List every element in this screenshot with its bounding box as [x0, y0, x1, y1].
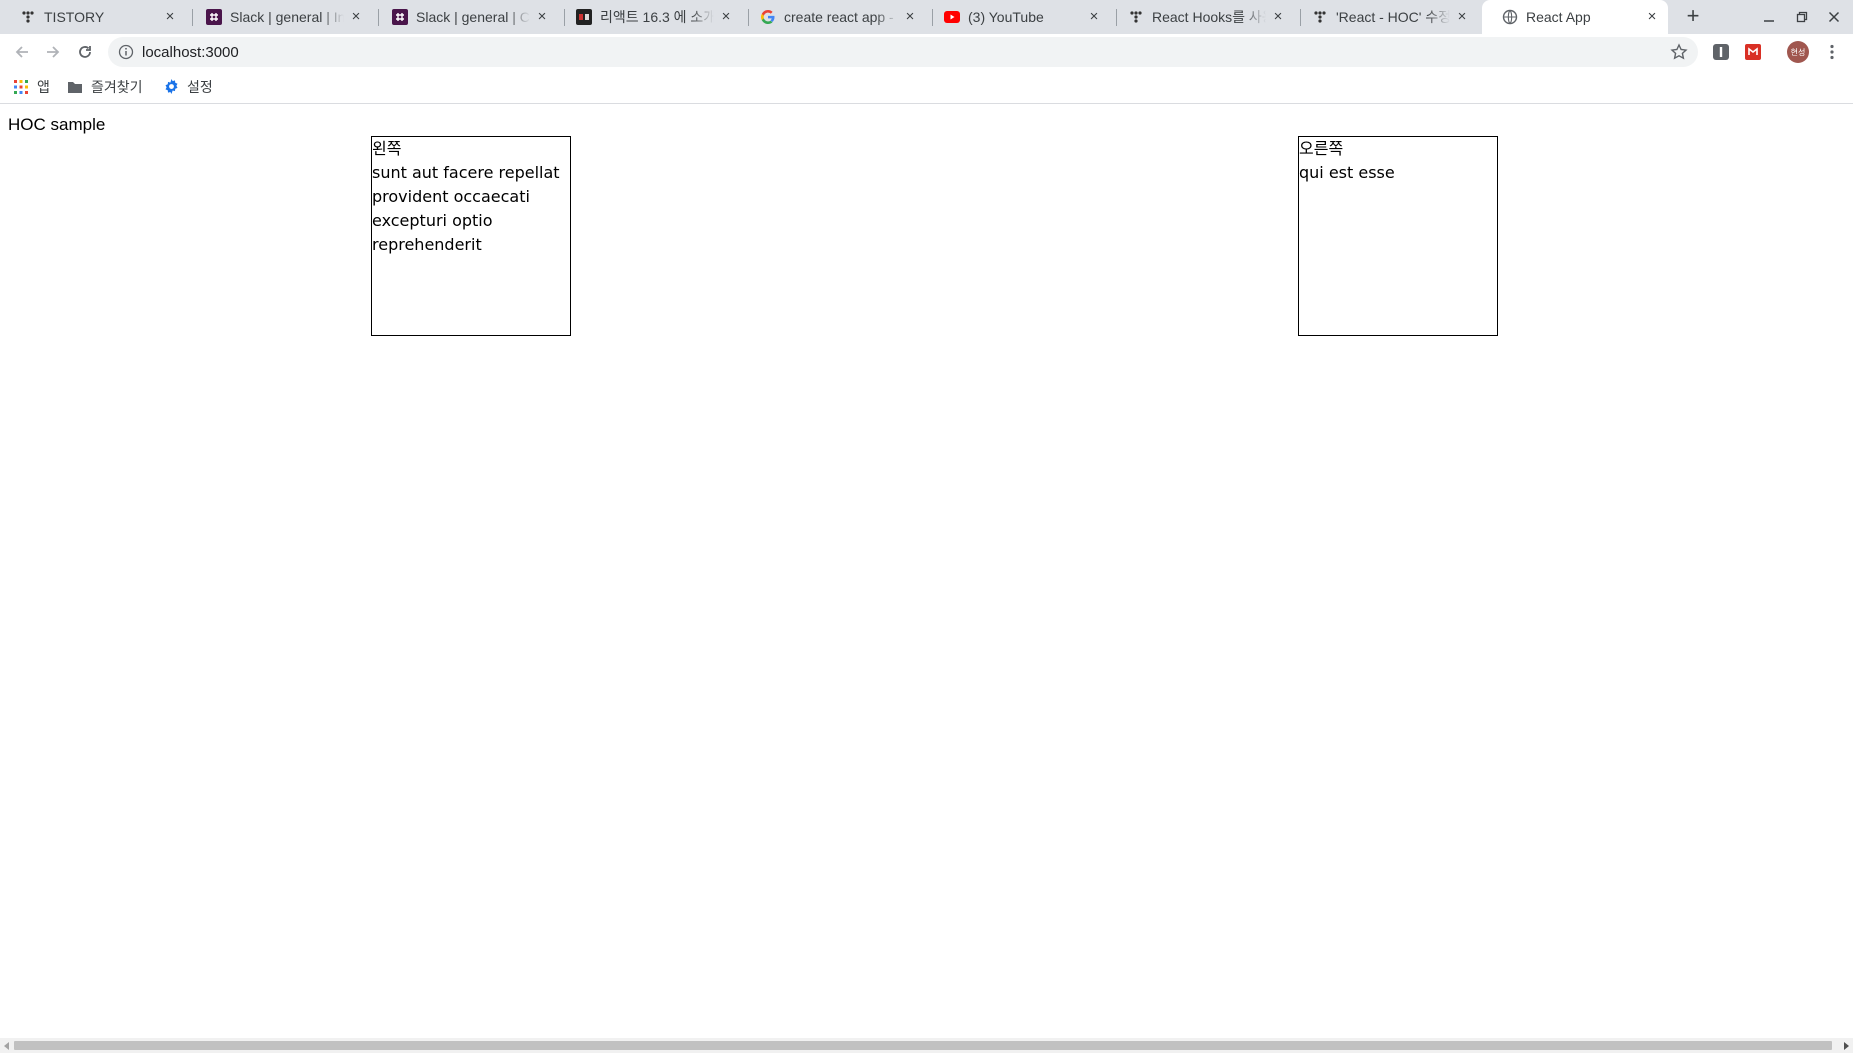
bookmark-star-icon[interactable]: [1670, 43, 1688, 61]
gear-icon: [163, 79, 179, 95]
bookmark-label: 즐겨찾기: [91, 79, 143, 96]
tab-title: (3) YouTube: [968, 9, 1044, 25]
bookmark-label: 앱: [37, 79, 50, 96]
bookmarks-bar: 앱 즐겨찾기 설정: [0, 70, 1853, 104]
tab-strip: TISTORY × Slack | general | In × Slack |…: [0, 0, 1853, 34]
slack-icon: [392, 9, 408, 25]
close-window-button[interactable]: [1823, 6, 1845, 28]
extension-red-icon[interactable]: [1743, 42, 1763, 62]
tab-title: TISTORY: [44, 9, 105, 25]
list-item: sunt aut facere repellat provident occae…: [372, 163, 560, 254]
url-input[interactable]: [142, 37, 1642, 67]
folder-icon: [67, 79, 83, 95]
restore-icon: [1796, 11, 1808, 23]
bookmark-settings[interactable]: 설정: [163, 70, 213, 103]
browser-toolbar: 현성: [0, 34, 1853, 70]
minimize-button[interactable]: [1758, 6, 1780, 28]
close-icon[interactable]: ×: [902, 9, 918, 25]
scroll-right-icon[interactable]: [1839, 1038, 1853, 1053]
reload-icon: [79, 46, 91, 58]
youtube-icon: [944, 9, 960, 25]
left-panel: 왼쪽 sunt aut facere repellat provident oc…: [371, 136, 571, 336]
bookmark-label: 설정: [187, 79, 213, 96]
slack-icon: [206, 9, 222, 25]
tab-velopert[interactable]: 리액트 16.3 에 소개된 ×: [556, 0, 742, 34]
right-panel-title: 오른쪽: [1299, 139, 1344, 158]
close-icon[interactable]: ×: [1270, 9, 1286, 25]
apps-grid-icon: [13, 79, 29, 95]
tab-title: create react app -: [784, 9, 894, 25]
google-icon: [760, 9, 776, 25]
close-icon[interactable]: ×: [1086, 9, 1102, 25]
page-content: HOC sample 왼쪽 sunt aut facere repellat p…: [0, 104, 1853, 1038]
tab-google[interactable]: create react app - ×: [740, 0, 926, 34]
left-panel-title: 왼쪽: [372, 139, 402, 158]
close-icon[interactable]: ×: [162, 9, 178, 25]
right-panel: 오른쪽 qui est esse: [1298, 136, 1498, 336]
close-icon[interactable]: ×: [718, 9, 734, 25]
page-title: HOC sample: [8, 115, 106, 134]
tistory-icon: [20, 9, 36, 25]
profile-avatar[interactable]: 현성: [1787, 41, 1809, 63]
back-button[interactable]: [10, 40, 34, 64]
tistory-icon: [1128, 9, 1144, 25]
extension-instapaper-icon[interactable]: [1711, 42, 1731, 62]
close-icon[interactable]: ×: [348, 9, 364, 25]
forward-arrow-icon: [47, 46, 60, 58]
close-window-icon: [1828, 11, 1840, 23]
list-item: qui est esse: [1299, 163, 1395, 182]
tab-slack-2[interactable]: Slack | general | Co ×: [372, 0, 558, 34]
bookmark-apps[interactable]: 앱: [13, 70, 50, 103]
velopert-icon: [576, 9, 592, 25]
forward-button[interactable]: [41, 40, 65, 64]
tab-title: React Hooks를 사용: [1152, 9, 1266, 25]
close-icon[interactable]: ×: [1644, 9, 1660, 25]
tab-title: Slack | general | In: [230, 9, 344, 25]
close-icon[interactable]: ×: [1454, 9, 1470, 25]
tab-react-hoc-edit[interactable]: 'React - HOC' 수정 ×: [1292, 0, 1478, 34]
close-icon[interactable]: ×: [534, 9, 550, 25]
tab-react-app[interactable]: React App ×: [1482, 0, 1668, 34]
more-menu-icon[interactable]: [1824, 42, 1840, 62]
horizontal-scrollbar[interactable]: [0, 1038, 1853, 1053]
scrollbar-thumb[interactable]: [14, 1041, 1832, 1050]
tab-title: React App: [1526, 9, 1591, 25]
scroll-left-icon[interactable]: [0, 1038, 14, 1053]
new-tab-button[interactable]: +: [1680, 5, 1706, 29]
tab-slack-1[interactable]: Slack | general | In ×: [186, 0, 372, 34]
tab-title: 'React - HOC' 수정: [1336, 9, 1450, 25]
restore-button[interactable]: [1791, 6, 1813, 28]
tistory-icon: [1312, 9, 1328, 25]
bookmark-favorites[interactable]: 즐겨찾기: [67, 70, 143, 103]
globe-icon: [1502, 9, 1518, 25]
back-arrow-icon: [15, 46, 28, 58]
reload-button[interactable]: [73, 40, 97, 64]
info-icon[interactable]: [118, 44, 134, 60]
tab-youtube[interactable]: (3) YouTube ×: [924, 0, 1110, 34]
tab-title: Slack | general | Co: [416, 9, 530, 25]
tab-tistory[interactable]: TISTORY ×: [0, 0, 186, 34]
tab-title: 리액트 16.3 에 소개된: [600, 9, 714, 25]
tab-react-hooks[interactable]: React Hooks를 사용 ×: [1108, 0, 1294, 34]
minimize-icon: [1764, 20, 1774, 22]
address-bar[interactable]: [108, 37, 1698, 67]
